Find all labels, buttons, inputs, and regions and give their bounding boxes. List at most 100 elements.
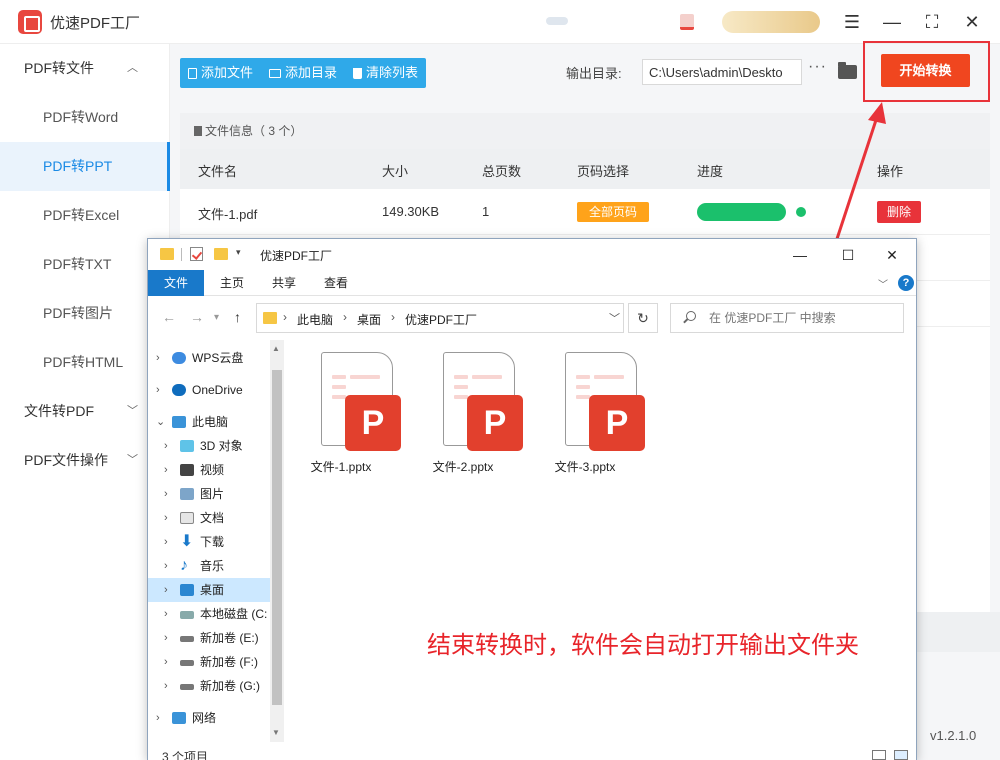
expand-chevron-icon[interactable]: › (156, 346, 160, 370)
tree-item-music[interactable]: › ♪ 音乐 (148, 554, 270, 578)
forward-arrow-icon[interactable]: → (190, 309, 204, 325)
tree-item-label: 新加卷 (G:) (200, 679, 260, 693)
network-icon (172, 712, 186, 724)
tab-file[interactable]: 文件 (148, 270, 204, 296)
tree-item-wps-cloud[interactable]: › WPS云盘 (148, 346, 270, 370)
tab-home[interactable]: 主页 (208, 270, 256, 296)
maximize-icon[interactable]: ⛶ (920, 10, 944, 34)
tree-item-volume-g[interactable]: › 新加卷 (G:) (148, 674, 270, 698)
minimize-icon[interactable]: — (880, 10, 904, 34)
sidebar: PDF转文件 ︿ PDF转Word PDF转PPT PDF转Excel PDF转… (0, 44, 170, 760)
sidebar-item-pdf-to-word[interactable]: PDF转Word (0, 93, 170, 142)
chevron-down-icon: ﹀ (127, 405, 138, 417)
explorer-maximize-icon[interactable]: ☐ (828, 243, 868, 267)
expand-chevron-icon[interactable]: › (164, 626, 168, 650)
tree-item-network[interactable]: › 网络 (148, 706, 270, 730)
large-icons-view-icon[interactable] (894, 750, 908, 760)
column-header-progress: 进度 (697, 164, 724, 179)
sidebar-item-pdf-to-excel[interactable]: PDF转Excel (0, 191, 170, 240)
sidebar-item-pdf-to-ppt[interactable]: PDF转PPT (0, 142, 170, 191)
tab-share[interactable]: 共享 (260, 270, 308, 296)
tree-item-volume-f[interactable]: › 新加卷 (F:) (148, 650, 270, 674)
expand-chevron-icon[interactable]: › (164, 458, 168, 482)
new-folder-icon[interactable] (214, 248, 228, 260)
address-bar[interactable]: › 此电脑 › 桌面 › 优速PDF工厂 ﹀ (256, 303, 624, 333)
tree-item-downloads[interactable]: › ⬇ 下载 (148, 530, 270, 554)
more-options-icon[interactable]: ··· (808, 58, 827, 76)
search-input[interactable] (670, 303, 904, 333)
tree-item-pictures[interactable]: › 图片 (148, 482, 270, 506)
tree-item-desktop[interactable]: › 桌面 (148, 578, 270, 602)
collapse-chevron-icon[interactable]: ⌄ (156, 410, 165, 434)
expand-chevron-icon[interactable]: › (164, 578, 168, 602)
expand-chevron-icon[interactable]: › (156, 378, 160, 402)
sidebar-group-label: PDF转文件 (24, 60, 94, 76)
titlebar-vip-badge[interactable] (722, 11, 820, 33)
file-item[interactable]: P 文件-3.pptx (530, 350, 645, 480)
computer-icon (172, 416, 186, 428)
sidebar-item-pdf-to-txt[interactable]: PDF转TXT (0, 240, 170, 289)
tree-item-3d-objects[interactable]: › 3D 对象 (148, 434, 270, 458)
expand-chevron-icon[interactable]: › (164, 482, 168, 506)
app-title: 优速PDF工厂 (50, 15, 141, 32)
scroll-down-icon[interactable]: ▼ (272, 728, 280, 737)
explorer-minimize-icon[interactable]: — (780, 243, 820, 267)
help-icon[interactable]: ? (898, 275, 914, 291)
sidebar-group-file-to-pdf[interactable]: 文件转PDF ﹀ (0, 387, 170, 436)
breadcrumb-desktop[interactable]: 桌面 (357, 311, 381, 328)
details-view-icon[interactable] (872, 750, 886, 760)
properties-icon[interactable] (190, 247, 203, 261)
tab-view[interactable]: 查看 (312, 270, 360, 296)
ribbon-expand-icon[interactable]: ﹀ (878, 276, 888, 291)
address-dropdown-icon[interactable]: ﹀ (609, 310, 620, 326)
column-header-page-select: 页码选择 (577, 164, 630, 179)
sidebar-group-pdf-to-file[interactable]: PDF转文件 ︿ (0, 44, 170, 93)
scroll-up-icon[interactable]: ▲ (272, 344, 280, 353)
document-icon (180, 512, 194, 524)
tree-item-this-pc[interactable]: ⌄ 此电脑 (148, 410, 270, 434)
tree-item-volume-e[interactable]: › 新加卷 (E:) (148, 626, 270, 650)
add-folder-button[interactable]: 添加目录 (261, 58, 345, 88)
tree-item-local-disk-c[interactable]: › 本地磁盘 (C: (148, 602, 270, 626)
menu-icon[interactable]: ☰ (840, 10, 864, 34)
open-folder-icon[interactable] (838, 62, 857, 79)
up-arrow-icon[interactable]: ↑ (234, 309, 241, 325)
expand-chevron-icon[interactable]: › (164, 674, 168, 698)
tree-item-documents[interactable]: › 文档 (148, 506, 270, 530)
expand-chevron-icon[interactable]: › (164, 650, 168, 674)
titlebar-gift-icon[interactable] (680, 14, 694, 30)
app-titlebar: 优速PDF工厂 ☰ — ⛶ ✕ (0, 0, 1000, 44)
close-icon[interactable]: ✕ (960, 10, 984, 34)
page-select-button[interactable]: 全部页码 (577, 202, 649, 222)
breadcrumb-current-folder[interactable]: 优速PDF工厂 (405, 311, 477, 328)
tree-item-onedrive[interactable]: › OneDrive (148, 378, 270, 402)
expand-chevron-icon[interactable]: › (164, 434, 168, 458)
sidebar-item-pdf-to-html[interactable]: PDF转HTML (0, 338, 170, 387)
file-item[interactable]: P 文件-1.pptx (286, 350, 401, 480)
output-dir-input[interactable] (642, 59, 802, 85)
expand-chevron-icon[interactable]: › (164, 602, 168, 626)
column-header-name: 文件名 (198, 164, 238, 179)
refresh-icon[interactable]: ↻ (628, 303, 658, 333)
picture-icon (180, 488, 194, 500)
clear-list-button[interactable]: 清除列表 (345, 58, 426, 88)
tree-scrollbar[interactable]: ▲ ▼ (270, 340, 284, 742)
expand-chevron-icon[interactable]: › (164, 554, 168, 578)
tree-item-label: 图片 (200, 487, 225, 501)
tree-item-videos[interactable]: › 视频 (148, 458, 270, 482)
recent-dropdown-icon[interactable]: ▾ (214, 312, 219, 323)
file-item[interactable]: P 文件-2.pptx (408, 350, 523, 480)
titlebar-widget[interactable] (546, 17, 568, 25)
explorer-close-icon[interactable]: ✕ (872, 243, 912, 267)
sidebar-item-pdf-to-image[interactable]: PDF转图片 (0, 289, 170, 338)
expand-chevron-icon[interactable]: › (164, 530, 168, 554)
scrollbar-thumb[interactable] (272, 370, 282, 705)
sidebar-group-pdf-operations[interactable]: PDF文件操作 ﹀ (0, 436, 170, 485)
expand-chevron-icon[interactable]: › (156, 706, 160, 730)
quick-access-dropdown-icon[interactable]: ▾ (236, 247, 241, 258)
back-arrow-icon[interactable]: ← (162, 309, 176, 325)
start-convert-button[interactable]: 开始转换 (881, 54, 970, 87)
expand-chevron-icon[interactable]: › (164, 506, 168, 530)
add-file-button[interactable]: 添加文件 (180, 58, 261, 88)
breadcrumb-this-pc[interactable]: 此电脑 (297, 311, 333, 328)
